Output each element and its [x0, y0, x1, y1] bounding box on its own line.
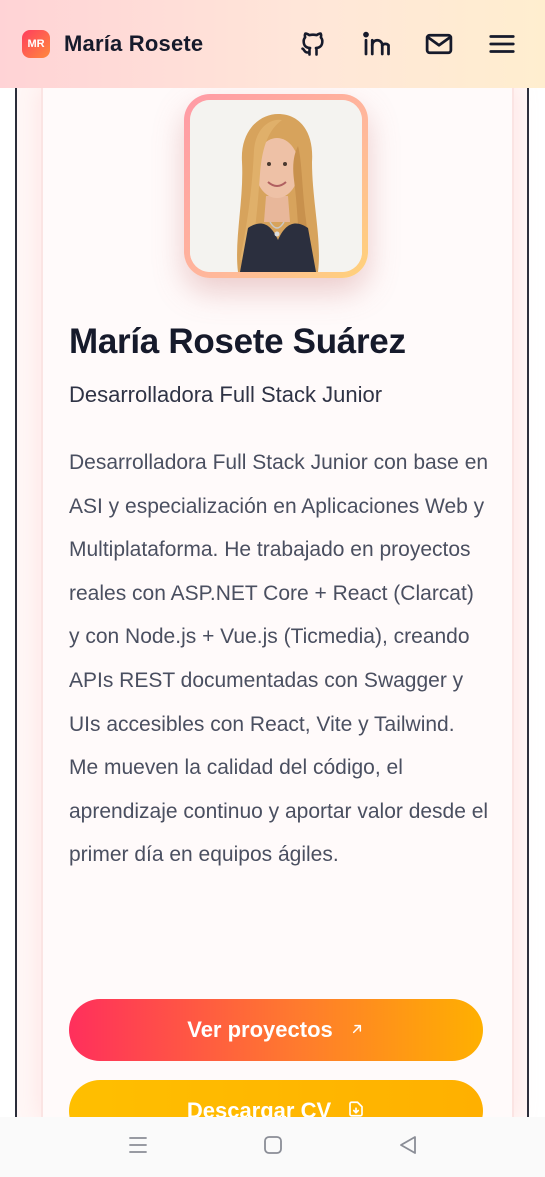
- github-icon[interactable]: [298, 29, 328, 59]
- avatar-frame: [184, 94, 368, 278]
- profile-name: María Rosete Suárez: [69, 322, 406, 361]
- back-icon[interactable]: [396, 1133, 420, 1162]
- logo-badge[interactable]: MR: [22, 30, 50, 58]
- avatar: [190, 100, 362, 272]
- view-projects-label: Ver proyectos: [187, 1017, 333, 1042]
- header-actions: [298, 29, 517, 59]
- brand-name[interactable]: María Rosete: [64, 31, 203, 57]
- profile-role: Desarrolladora Full Stack Junior: [69, 382, 383, 407]
- recent-apps-icon[interactable]: [126, 1133, 150, 1162]
- arrow-up-right-icon: [349, 1017, 365, 1043]
- menu-icon[interactable]: [487, 29, 517, 59]
- linkedin-icon[interactable]: [361, 29, 391, 59]
- profile-bio: Desarrolladora Full Stack Junior con bas…: [69, 451, 489, 867]
- system-nav-bar: [0, 1117, 545, 1177]
- mail-icon[interactable]: [424, 29, 454, 59]
- home-icon[interactable]: [261, 1133, 285, 1162]
- view-projects-button[interactable]: Ver proyectos: [69, 999, 483, 1061]
- top-header: MR María Rosete: [0, 0, 545, 88]
